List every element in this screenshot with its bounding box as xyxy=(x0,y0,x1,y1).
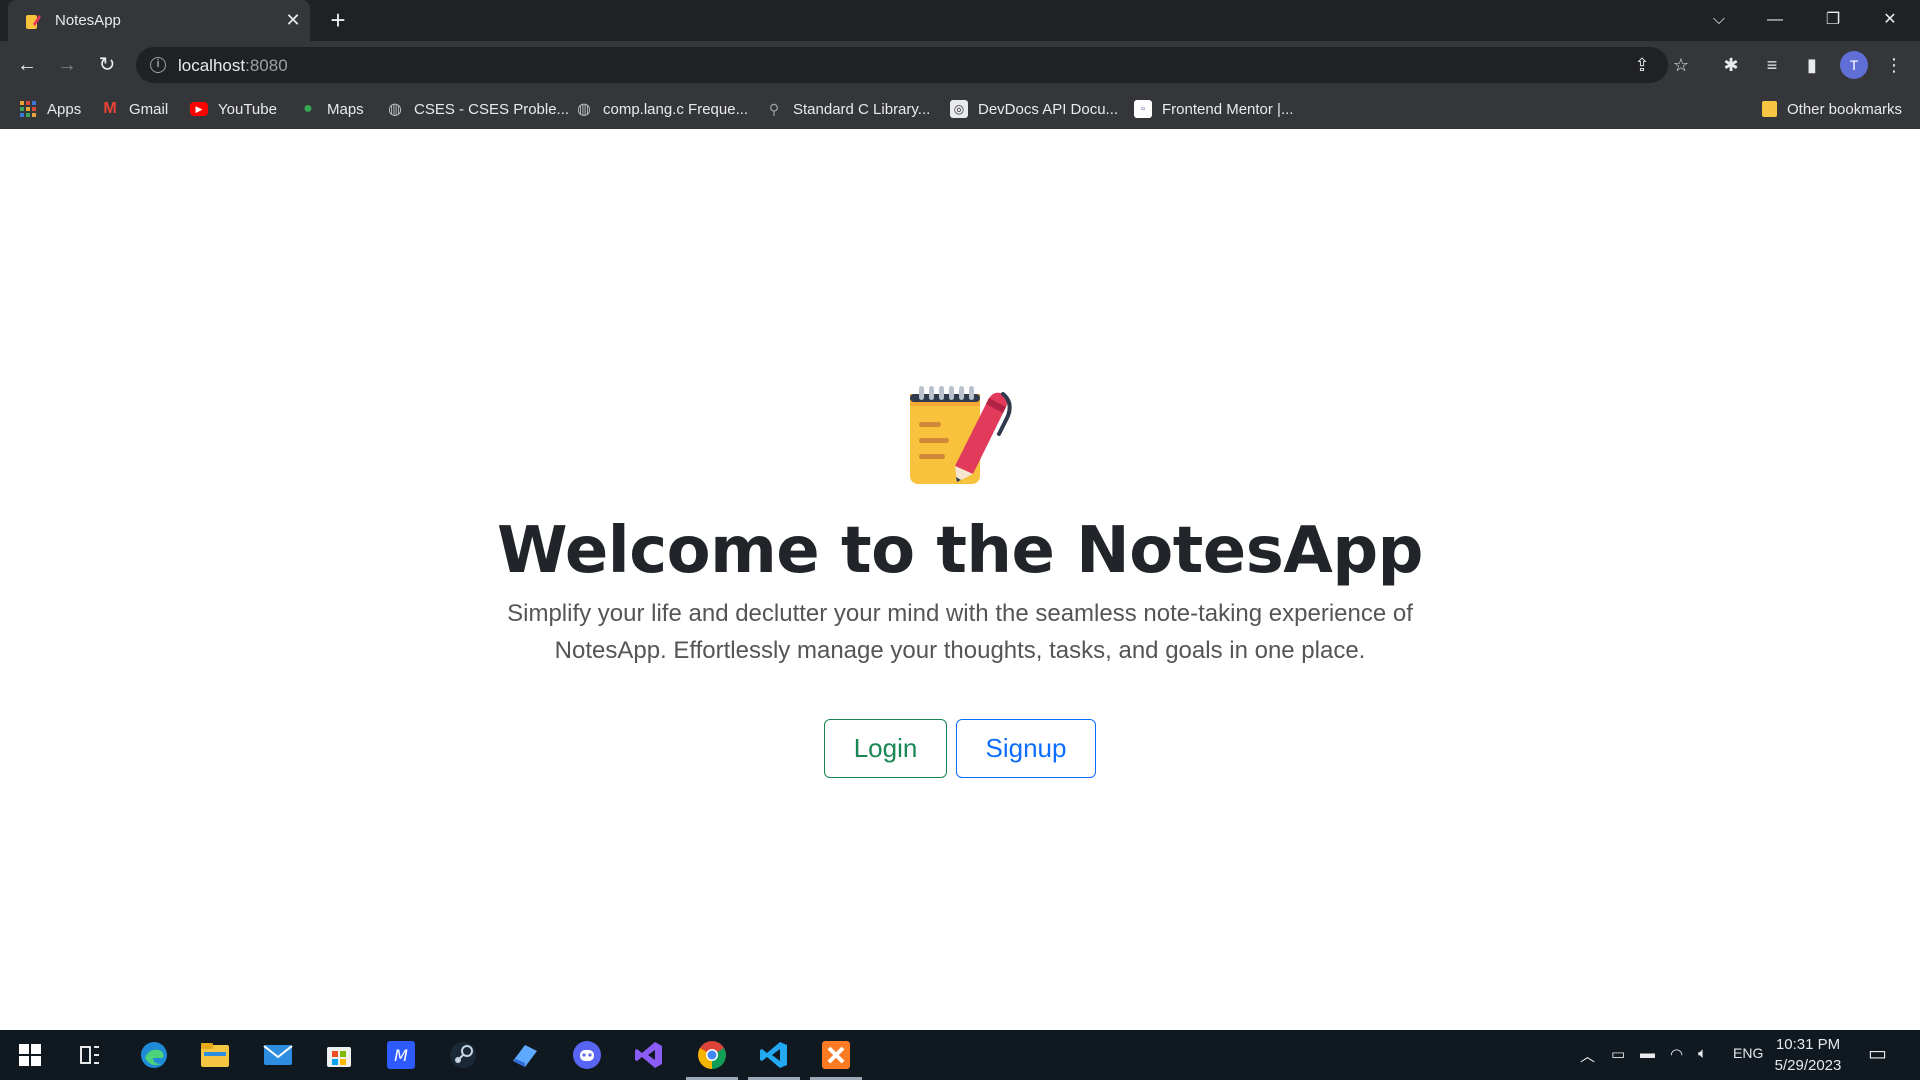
close-window-button[interactable]: ✕ xyxy=(1873,6,1907,34)
visual-studio-icon[interactable] xyxy=(631,1038,667,1072)
battery-icon[interactable]: ▬ xyxy=(1640,1045,1655,1062)
share-icon[interactable]: ⇪ xyxy=(1631,54,1653,76)
page-content: Welcome to the NotesApp Simplify your li… xyxy=(0,129,1920,1030)
globe-icon: ◍ xyxy=(388,101,402,118)
extensions-puzzle-icon[interactable]: ✱ xyxy=(1717,51,1745,79)
discord-icon[interactable] xyxy=(569,1038,605,1072)
tab-strip: NotesApp ✕ + ⌵ — ❐ ✕ xyxy=(0,0,1920,41)
notepad-pen-icon xyxy=(910,386,1012,484)
bookmark-frontend-mentor[interactable]: ▫ Frontend Mentor |... xyxy=(1134,97,1293,121)
bookmark-devdocs[interactable]: ◎ DevDocs API Docu... xyxy=(950,97,1118,121)
minimize-button[interactable]: — xyxy=(1758,6,1792,34)
bookmark-comp-lang-c[interactable]: ◍ comp.lang.c Freque... xyxy=(575,97,748,121)
reload-button[interactable]: ↻ xyxy=(93,51,121,79)
profile-avatar[interactable]: T xyxy=(1840,51,1868,79)
youtube-icon: ▶ xyxy=(190,102,208,116)
devdocs-icon: ◎ xyxy=(950,100,968,118)
new-tab-button[interactable]: + xyxy=(325,7,351,34)
menu-kebab-icon[interactable]: ⋮ xyxy=(1880,51,1908,79)
signup-button[interactable]: Signup xyxy=(956,719,1096,778)
math-app-icon[interactable]: M xyxy=(383,1038,419,1072)
bookmark-apps[interactable]: Apps xyxy=(19,97,81,121)
side-panel-icon[interactable]: ▮ xyxy=(1798,51,1826,79)
bookmark-gmail[interactable]: M Gmail xyxy=(101,97,168,121)
bookmarks-bar: Apps M Gmail ▶ YouTube ● Maps ◍ CSES - C… xyxy=(0,89,1920,129)
svg-text:M: M xyxy=(394,1046,408,1065)
bookmark-maps[interactable]: ● Maps xyxy=(299,97,364,121)
back-button[interactable]: ← xyxy=(13,51,41,79)
language-indicator[interactable]: ENG xyxy=(1733,1045,1763,1061)
clock[interactable]: 10:31 PM 5/29/2023 xyxy=(1768,1034,1848,1076)
tab-notesapp[interactable]: NotesApp ✕ xyxy=(8,0,310,41)
bookmark-cses[interactable]: ◍ CSES - CSES Proble... xyxy=(386,97,569,121)
close-tab-icon[interactable]: ✕ xyxy=(282,9,304,31)
xampp-icon[interactable] xyxy=(810,1038,862,1080)
steam-icon[interactable] xyxy=(445,1038,481,1072)
maps-icon: ● xyxy=(303,100,313,117)
tab-title: NotesApp xyxy=(55,12,121,29)
forward-button[interactable]: → xyxy=(53,51,81,79)
bookmark-standard-c-library[interactable]: ⚲ Standard C Library... xyxy=(765,97,930,121)
tab-search-icon[interactable]: ⌵ xyxy=(1702,6,1736,34)
apps-grid-icon xyxy=(19,100,37,118)
notepad-favicon-icon xyxy=(26,15,41,29)
browser-chrome: NotesApp ✕ + ⌵ — ❐ ✕ ← → ↻ i localhost:8… xyxy=(0,0,1920,129)
page-title: Welcome to the NotesApp xyxy=(497,514,1423,588)
notifications-icon[interactable]: ▭ xyxy=(1868,1041,1887,1066)
url-text[interactable]: localhost:8080 xyxy=(178,56,288,76)
windows-taskbar: M ︿ ▭ ▬ ◠ 🔈︎ ENG 10:31 PM 5/29/2023 ▭ xyxy=(0,1030,1920,1080)
bike-icon: ⚲ xyxy=(768,100,780,117)
restore-button[interactable]: ❐ xyxy=(1816,6,1850,34)
gmail-icon: M xyxy=(103,100,117,117)
star-bookmark-icon[interactable]: ☆ xyxy=(1670,54,1692,76)
chrome-taskbar-icon[interactable] xyxy=(686,1038,738,1080)
globe-icon: ◍ xyxy=(577,101,591,118)
edge-browser-icon[interactable] xyxy=(136,1038,172,1072)
login-button[interactable]: Login xyxy=(824,719,947,778)
dev-app-icon[interactable] xyxy=(507,1038,543,1072)
windows-start-icon[interactable] xyxy=(12,1038,48,1072)
wifi-icon[interactable]: ◠ xyxy=(1670,1045,1683,1063)
show-hidden-icons-icon[interactable]: ︿ xyxy=(1580,1045,1595,1066)
task-view-icon[interactable] xyxy=(72,1038,108,1072)
frontend-mentor-icon: ▫ xyxy=(1134,100,1152,118)
bookmark-youtube[interactable]: ▶ YouTube xyxy=(190,97,277,121)
folder-icon xyxy=(1762,101,1777,117)
other-bookmarks[interactable]: Other bookmarks xyxy=(1762,97,1902,121)
page-subtitle: Simplify your life and declutter your mi… xyxy=(507,600,1413,664)
file-explorer-icon[interactable] xyxy=(197,1038,233,1072)
address-bar[interactable]: i localhost:8080 ⇪ ☆ xyxy=(136,47,1689,83)
browser-toolbar: ← → ↻ i localhost:8080 ⇪ ☆ ✱ ≡ ▮ T ⋮ xyxy=(0,41,1920,89)
microsoft-store-icon[interactable] xyxy=(321,1038,357,1072)
media-control-icon[interactable]: ≡ xyxy=(1758,51,1786,79)
vscode-icon[interactable] xyxy=(748,1038,800,1080)
mail-icon[interactable] xyxy=(260,1038,296,1072)
volume-icon[interactable]: 🔈︎ xyxy=(1698,1045,1707,1062)
meet-now-icon[interactable]: ▭ xyxy=(1611,1045,1625,1063)
site-info-icon[interactable]: i xyxy=(150,57,166,73)
